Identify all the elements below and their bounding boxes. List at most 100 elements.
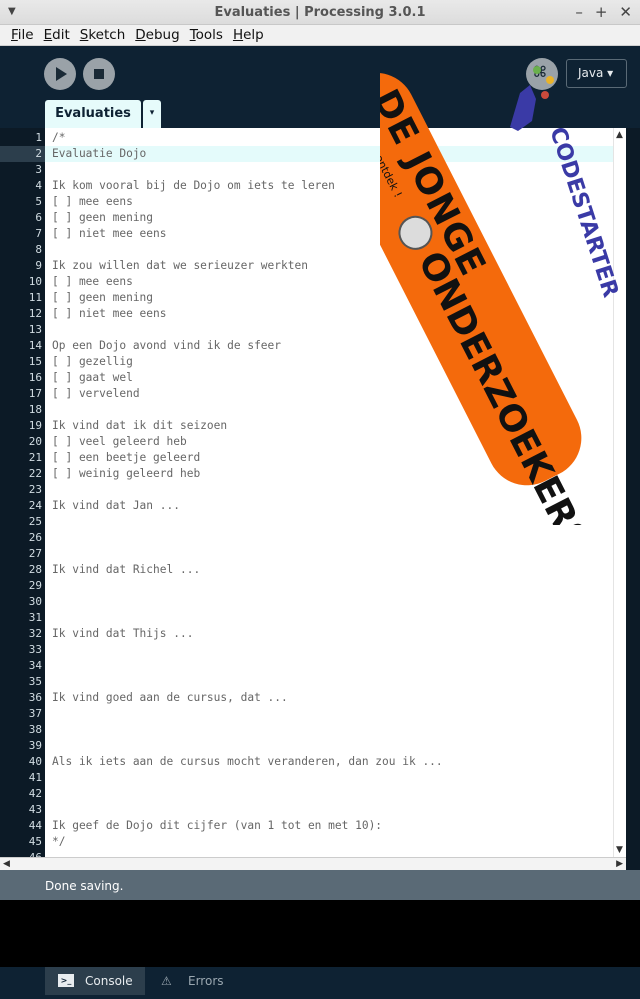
line-text: Evaluatie Dojo	[52, 147, 147, 160]
line-number: 39	[28, 739, 42, 752]
code-line[interactable]: 20 [ ] veel geleerd heb	[0, 434, 640, 450]
line-number: 5	[35, 195, 42, 208]
console-output[interactable]	[0, 900, 640, 967]
line-number: 26	[28, 531, 42, 544]
scroll-left-icon[interactable]: ◀	[3, 859, 10, 869]
menubar: File Edit Sketch Debug Tools Help	[0, 25, 640, 46]
code-line[interactable]: 22 [ ] weinig geleerd heb	[0, 466, 640, 482]
window-titlebar: ▼ Evaluaties | Processing 3.0.1 – + ✕	[0, 0, 640, 25]
tab-menu-button[interactable]: ▾	[143, 100, 161, 128]
run-button[interactable]	[44, 58, 76, 90]
code-line[interactable]: 10 [ ] mee eens	[0, 274, 640, 290]
code-line[interactable]: 7 [ ] niet mee eens	[0, 226, 640, 242]
toolbar: ⌘	[0, 46, 640, 100]
line-text: [ ] gezellig	[52, 355, 133, 368]
menu-edit[interactable]: Edit	[39, 25, 75, 45]
window-title: Evaluaties | Processing 3.0.1	[214, 5, 426, 20]
horizontal-scrollbar[interactable]: ◀ ▶	[0, 857, 626, 870]
code-line[interactable]: 18	[0, 402, 640, 418]
line-text: Ik vind dat Richel ...	[52, 563, 201, 576]
code-line[interactable]: 29	[0, 578, 640, 594]
code-line[interactable]: 40 Als ik iets aan de cursus mocht verand…	[0, 754, 640, 770]
code-line[interactable]: 6 [ ] geen mening	[0, 210, 640, 226]
code-line[interactable]: 26	[0, 530, 640, 546]
minimize-icon[interactable]: –	[575, 3, 583, 21]
line-number: 10	[28, 275, 42, 288]
line-number: 1	[35, 131, 42, 144]
code-line[interactable]: 37	[0, 706, 640, 722]
code-line[interactable]: 41	[0, 770, 640, 786]
close-icon[interactable]: ✕	[619, 3, 632, 21]
code-line[interactable]: 4 Ik kom vooral bij de Dojo om iets te le…	[0, 178, 640, 194]
code-line[interactable]: 14 Op een Dojo avond vind ik de sfeer	[0, 338, 640, 354]
code-line[interactable]: 35	[0, 674, 640, 690]
code-line[interactable]: 5 [ ] mee eens	[0, 194, 640, 210]
mode-selector[interactable]: Java ▾	[566, 59, 627, 88]
code-line[interactable]: 23	[0, 482, 640, 498]
tab-evaluaties[interactable]: Evaluaties	[45, 100, 141, 128]
tab-console[interactable]: >_ Console	[45, 967, 145, 995]
menu-sketch[interactable]: Sketch	[75, 25, 131, 45]
code-line[interactable]: 28 Ik vind dat Richel ...	[0, 562, 640, 578]
code-line[interactable]: 38	[0, 722, 640, 738]
code-editor[interactable]: ▲ ▼ 1/* 2 Evaluatie Dojo 3 4 Ik kom vooral bi…	[0, 66, 640, 864]
code-line[interactable]: 34	[0, 658, 640, 674]
code-line[interactable]: 31	[0, 610, 640, 626]
code-line[interactable]: 3	[0, 162, 640, 178]
line-number: 25	[28, 515, 42, 528]
line-number: 43	[28, 803, 42, 816]
code-line[interactable]: 16 [ ] gaat wel	[0, 370, 640, 386]
line-number: 21	[28, 451, 42, 464]
code-line[interactable]: 39	[0, 738, 640, 754]
code-line[interactable]: 19 Ik vind dat ik dit seizoen	[0, 418, 640, 434]
line-number: 14	[28, 339, 42, 352]
code-line[interactable]: 45 */	[0, 834, 640, 850]
code-line[interactable]: 12 [ ] niet mee eens	[0, 306, 640, 322]
line-number: 8	[35, 243, 42, 256]
code-line[interactable]: 43	[0, 802, 640, 818]
line-number: 17	[28, 387, 42, 400]
tab-errors[interactable]: ⚠ Errors	[148, 967, 248, 995]
scroll-right-icon[interactable]: ▶	[616, 859, 623, 869]
code-line[interactable]: 11 [ ] geen mening	[0, 290, 640, 306]
menu-file[interactable]: File	[6, 25, 39, 45]
sketch-tab-row: Evaluaties ▾	[0, 100, 640, 128]
line-number: 40	[28, 755, 42, 768]
code-line[interactable]: 30	[0, 594, 640, 610]
code-line[interactable]: 13	[0, 322, 640, 338]
code-line[interactable]: 27	[0, 546, 640, 562]
code-line[interactable]: 17 [ ] vervelend	[0, 386, 640, 402]
code-line[interactable]: 15 [ ] gezellig	[0, 354, 640, 370]
code-line[interactable]: 32 Ik vind dat Thijs ...	[0, 626, 640, 642]
menu-help[interactable]: Help	[228, 25, 269, 45]
code-line[interactable]: 1 /*	[0, 130, 640, 146]
code-line[interactable]: 33	[0, 642, 640, 658]
menu-tools[interactable]: Tools	[185, 25, 228, 45]
line-number: 6	[35, 211, 42, 224]
code-line[interactable]: 21 [ ] een beetje geleerd	[0, 450, 640, 466]
line-text: [ ] vervelend	[52, 387, 140, 400]
line-text: */	[52, 835, 66, 848]
code-line[interactable]: 24 Ik vind dat Jan ...	[0, 498, 640, 514]
line-number: 12	[28, 307, 42, 320]
line-text: Ik vind goed aan de cursus, dat ...	[52, 691, 288, 704]
menu-debug[interactable]: Debug	[130, 25, 184, 45]
line-number: 36	[28, 691, 42, 704]
code-line[interactable]: 36 Ik vind goed aan de cursus, dat ...	[0, 690, 640, 706]
line-number: 13	[28, 323, 42, 336]
code-line[interactable]: 25	[0, 514, 640, 530]
maximize-icon[interactable]: +	[595, 3, 608, 21]
code-line[interactable]: 42	[0, 786, 640, 802]
line-number: 7	[35, 227, 42, 240]
status-message: Done saving.	[45, 879, 124, 893]
line-number: 29	[28, 579, 42, 592]
code-line[interactable]: 2 Evaluatie Dojo	[0, 146, 640, 162]
line-number: 37	[28, 707, 42, 720]
line-number: 44	[28, 819, 42, 832]
stop-button[interactable]	[83, 58, 115, 90]
debug-button[interactable]: ⌘	[526, 58, 558, 90]
code-line[interactable]: 8	[0, 242, 640, 258]
code-line[interactable]: 44 Ik geef de Dojo dit cijfer (van 1 tot …	[0, 818, 640, 834]
code-line[interactable]: 9 Ik zou willen dat we serieuzer werkten	[0, 258, 640, 274]
line-number: 31	[28, 611, 42, 624]
